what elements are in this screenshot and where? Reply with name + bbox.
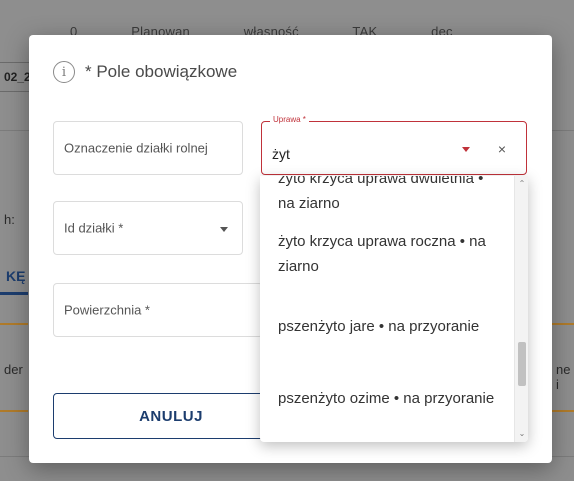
cancel-button[interactable]: ANULUJ bbox=[53, 393, 289, 439]
info-icon: i bbox=[53, 61, 75, 83]
background-right-fragment: ne i bbox=[556, 362, 571, 392]
background-left-fragment: der bbox=[4, 362, 23, 377]
background-field-fragment: 02_2 bbox=[0, 62, 31, 92]
list-item[interactable]: pszenżyto ozime • na przyoranie bbox=[260, 362, 514, 434]
caret-down-icon[interactable] bbox=[462, 147, 470, 152]
background-orange-line-right bbox=[552, 323, 574, 325]
parcel-designation-label: Oznaczenie działki rolnej bbox=[64, 140, 208, 156]
chevron-up-icon[interactable]: ⌃ bbox=[515, 178, 528, 190]
chevron-down-icon[interactable]: ⌄ bbox=[515, 428, 528, 440]
crop-select-field[interactable]: Uprawa * żyt × bbox=[261, 115, 527, 175]
required-fields-hint: i * Pole obowiązkowe bbox=[53, 61, 237, 83]
dropdown-scrollbar[interactable]: ⌃ ⌄ bbox=[514, 176, 528, 442]
parcel-id-label: Id działki * bbox=[64, 220, 124, 236]
list-item[interactable]: pszenżyto jare • na przyoranie bbox=[260, 290, 514, 362]
required-fields-text: * Pole obowiązkowe bbox=[85, 62, 238, 81]
background-label-fragment: h: bbox=[4, 212, 15, 227]
background-orange-line-right-2 bbox=[552, 410, 574, 412]
scrollbar-thumb[interactable] bbox=[518, 342, 526, 386]
crop-options-list: żyto krzyca uprawa dwuletnia • na ziarno… bbox=[260, 176, 514, 434]
background-tab-underline bbox=[0, 292, 28, 295]
crop-select-label: Uprawa * bbox=[270, 115, 309, 124]
crop-options-dropdown: żyto krzyca uprawa dwuletnia • na ziarno… bbox=[260, 176, 528, 442]
background-orange-line-left-2 bbox=[0, 410, 28, 412]
parcel-designation-field[interactable]: Oznaczenie działki rolnej bbox=[53, 121, 243, 175]
clear-icon[interactable]: × bbox=[498, 141, 506, 157]
background-tab-fragment: KĘ bbox=[6, 268, 26, 284]
caret-down-icon[interactable] bbox=[220, 227, 228, 232]
background-orange-line-left bbox=[0, 323, 28, 325]
area-label: Powierzchnia * bbox=[64, 302, 150, 318]
list-item[interactable]: żyto krzyca uprawa dwuletnia • na ziarno bbox=[260, 176, 514, 218]
list-item[interactable]: żyto krzyca uprawa roczna • na ziarno bbox=[260, 218, 514, 290]
area-field[interactable]: Powierzchnia * bbox=[53, 283, 263, 337]
crop-select-input[interactable]: żyt bbox=[272, 146, 290, 162]
parcel-id-select[interactable]: Id działki * bbox=[53, 201, 243, 255]
